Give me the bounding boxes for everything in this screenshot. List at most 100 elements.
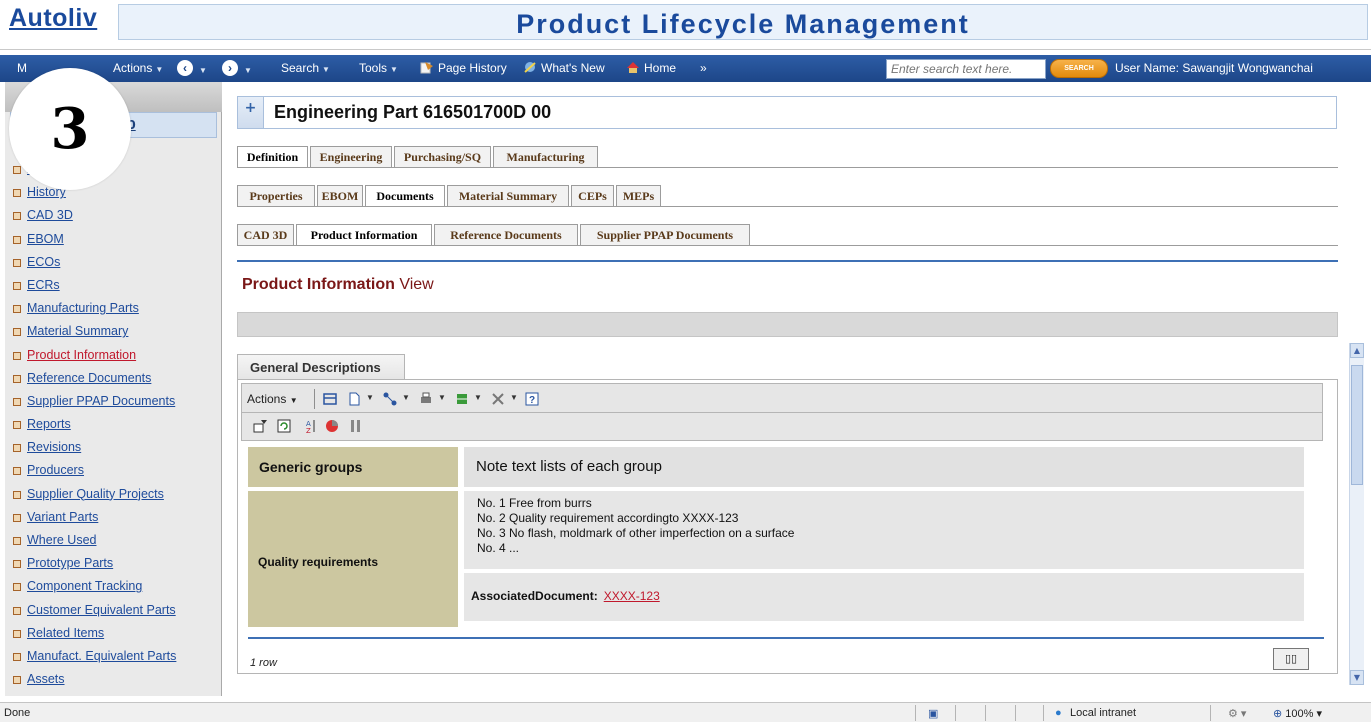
print-icon[interactable] bbox=[418, 391, 434, 407]
menu-page-history[interactable]: Page History bbox=[420, 61, 507, 75]
scroll-up-icon[interactable]: ▲ bbox=[1350, 343, 1364, 358]
sidebar-item-material-summary[interactable]: Material Summary bbox=[5, 320, 222, 343]
chevron-down-icon[interactable]: ▼ bbox=[474, 393, 482, 402]
layout-toggle-icon[interactable]: ▯▯ bbox=[1273, 648, 1309, 670]
menu-more-icon[interactable]: » bbox=[700, 61, 707, 75]
autoliv-logo[interactable]: Autoliv bbox=[9, 4, 97, 33]
sidebar-item-component-tracking[interactable]: Component Tracking bbox=[5, 575, 222, 598]
search-button[interactable]: SEARCH bbox=[1050, 59, 1108, 78]
status-divider bbox=[1015, 705, 1016, 721]
menu-tools-label: Tools bbox=[359, 61, 388, 75]
menu-tools[interactable]: Tools ▼ bbox=[359, 61, 398, 75]
tab-supplier-ppap-documents[interactable]: Supplier PPAP Documents bbox=[580, 224, 750, 246]
toolbar-separator bbox=[314, 389, 315, 409]
sidebar-nav-list: Approvals History CAD 3D EBOM ECOs ECRs … bbox=[5, 158, 222, 691]
chevron-down-icon[interactable]: ▼ bbox=[402, 393, 410, 402]
menu-actions[interactable]: Actions ▼ bbox=[113, 61, 163, 75]
associated-document-link[interactable]: XXXX-123 bbox=[604, 589, 660, 603]
sidebar-item-prototype-parts[interactable]: Prototype Parts bbox=[5, 552, 222, 575]
columns-icon[interactable] bbox=[348, 418, 364, 434]
vertical-scrollbar[interactable]: ▲ ▼ bbox=[1349, 343, 1364, 685]
view-header-strip bbox=[237, 312, 1338, 337]
forward-dropdown-icon[interactable]: ▼ bbox=[241, 62, 252, 76]
tab-product-information[interactable]: Product Information bbox=[296, 224, 432, 246]
scroll-down-icon[interactable]: ▼ bbox=[1350, 670, 1364, 685]
sidebar-item-manufacturing-parts[interactable]: Manufacturing Parts bbox=[5, 297, 222, 320]
help-icon[interactable]: ? bbox=[524, 391, 540, 407]
sidebar-item-revisions[interactable]: Revisions bbox=[5, 436, 222, 459]
tab-definition[interactable]: Definition bbox=[237, 146, 308, 168]
forward-arrow-icon[interactable]: › bbox=[222, 60, 238, 76]
chevron-down-icon[interactable]: ▼ bbox=[510, 393, 518, 402]
filter-icon[interactable] bbox=[252, 418, 268, 434]
sidebar-item-ecos[interactable]: ECOs bbox=[5, 251, 222, 274]
tab-cad-3d[interactable]: CAD 3D bbox=[237, 224, 294, 246]
sidebar-item-product-information[interactable]: Product Information bbox=[5, 344, 222, 367]
sidebar-item-customer-equivalent-parts[interactable]: Customer Equivalent Parts bbox=[5, 599, 222, 622]
protected-mode-icon[interactable]: ⚙ ▾ bbox=[1228, 707, 1246, 720]
sidebar-item-producers[interactable]: Producers bbox=[5, 459, 222, 482]
relationship-icon[interactable] bbox=[382, 391, 398, 407]
window-icon[interactable] bbox=[322, 391, 338, 407]
menu-whats-new[interactable]: What's New bbox=[523, 61, 605, 75]
sidebar-item-cad-3d[interactable]: CAD 3D bbox=[5, 204, 222, 227]
scrollbar-thumb[interactable] bbox=[1351, 365, 1363, 485]
toolbar-actions-menu[interactable]: Actions ▼ bbox=[247, 392, 298, 406]
column-header-note-text[interactable]: Note text lists of each group bbox=[464, 447, 1304, 487]
tab-ebom[interactable]: EBOM bbox=[317, 185, 363, 207]
associated-document-label: AssociatedDocument: bbox=[471, 589, 598, 603]
menu-my[interactable]: M bbox=[17, 61, 27, 75]
sidebar-item-reference-documents[interactable]: Reference Documents bbox=[5, 367, 222, 390]
tab-properties[interactable]: Properties bbox=[237, 185, 315, 207]
tab-purchasing-sq[interactable]: Purchasing/SQ bbox=[394, 146, 491, 168]
sidebar-item-ebom[interactable]: EBOM bbox=[5, 228, 222, 251]
tab-documents[interactable]: Documents bbox=[365, 185, 445, 207]
sidebar-item-where-used[interactable]: Where Used bbox=[5, 529, 222, 552]
tab-manufacturing[interactable]: Manufacturing bbox=[493, 146, 598, 168]
chevron-down-icon[interactable]: ▼ bbox=[438, 393, 446, 402]
sidebar-item-ecrs[interactable]: ECRs bbox=[5, 274, 222, 297]
table-cell-group: Quality requirements bbox=[248, 491, 458, 627]
export-icon[interactable] bbox=[454, 391, 470, 407]
chart-icon[interactable] bbox=[324, 418, 340, 434]
sidebar-item-reports[interactable]: Reports bbox=[5, 413, 222, 436]
chevron-down-icon[interactable]: ▼ bbox=[366, 393, 374, 402]
sidebar-item-variant-parts[interactable]: Variant Parts bbox=[5, 506, 222, 529]
tab-engineering[interactable]: Engineering bbox=[310, 146, 392, 168]
zoom-level[interactable]: ⊕ 100% ▾ bbox=[1273, 707, 1322, 720]
table-cell-associated-document: AssociatedDocument: XXXX-123 bbox=[464, 573, 1304, 621]
whats-new-icon bbox=[524, 62, 536, 73]
app-window: Autoliv Product Lifecycle Management M A… bbox=[0, 0, 1371, 722]
tab-meps[interactable]: MEPs bbox=[616, 185, 661, 207]
table-toolbar: Actions ▼ ▼ ▼ ▼ ▼ ▼ ? bbox=[241, 383, 1323, 413]
app-header: Autoliv Product Lifecycle Management bbox=[0, 0, 1371, 50]
tab-material-summary[interactable]: Material Summary bbox=[447, 185, 569, 207]
sidebar-item-supplier-ppap-documents[interactable]: Supplier PPAP Documents bbox=[5, 390, 222, 413]
table-footer-rule bbox=[248, 637, 1324, 639]
sidebar-item-history[interactable]: History bbox=[5, 181, 222, 204]
sidebar-item-manufact-equivalent-parts[interactable]: Manufact. Equivalent Parts bbox=[5, 645, 222, 668]
search-input[interactable] bbox=[886, 59, 1046, 79]
menu-page-history-label: Page History bbox=[438, 61, 507, 75]
tab-general-descriptions[interactable]: General Descriptions bbox=[237, 354, 405, 380]
back-arrow-icon[interactable]: ‹ bbox=[177, 60, 193, 76]
expand-plus-icon[interactable]: + bbox=[238, 97, 264, 128]
tab-ceps[interactable]: CEPs bbox=[571, 185, 614, 207]
back-dropdown-icon[interactable]: ▼ bbox=[196, 62, 207, 76]
new-document-icon[interactable] bbox=[346, 391, 362, 407]
tools-icon[interactable] bbox=[490, 391, 506, 407]
toolbar-actions-label: Actions bbox=[247, 392, 287, 406]
zoom-icon: ⊕ bbox=[1273, 708, 1283, 720]
menu-search[interactable]: Search ▼ bbox=[281, 61, 330, 75]
tab-reference-documents[interactable]: Reference Documents bbox=[434, 224, 578, 246]
sidebar-item-assets[interactable]: Assets bbox=[5, 668, 222, 691]
svg-text:?: ? bbox=[529, 395, 535, 406]
sort-icon[interactable]: AZ bbox=[302, 418, 318, 434]
chevron-down-icon: ▼ bbox=[155, 65, 164, 74]
status-text: Done bbox=[4, 707, 31, 719]
sidebar-item-supplier-quality-projects[interactable]: Supplier Quality Projects bbox=[5, 483, 222, 506]
column-header-generic-groups[interactable]: Generic groups bbox=[248, 447, 458, 487]
refresh-icon[interactable] bbox=[276, 418, 292, 434]
menu-home[interactable]: Home bbox=[626, 61, 676, 75]
sidebar-item-related-items[interactable]: Related Items bbox=[5, 622, 222, 645]
